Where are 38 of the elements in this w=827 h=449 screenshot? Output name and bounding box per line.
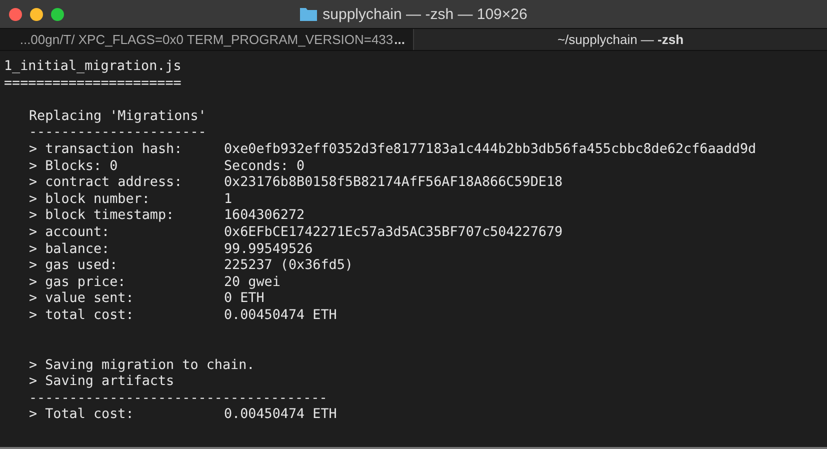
output-value: Seconds: 0	[224, 158, 306, 176]
output-value: 0x23176b8B0158f5B82174AfF56AF18A866C59DE18	[224, 175, 564, 192]
output-label: > Total cost:	[29, 407, 135, 424]
window-title: supplychain — -zsh — 109×26	[322, 6, 528, 22]
output-value: 0xe0efb932eff0352d3fe8177183a1c444b2bb3db56fa455cbbc8de62cf6aadd9d	[224, 142, 758, 159]
output-value: 0x6EFbCE1742271Ec57a3d5AC35BF707c504227679	[224, 224, 564, 242]
output-value: 225237 (0x36fd5)	[224, 258, 354, 275]
terminal-tab[interactable]: ~/supplychain — -zsh	[413, 29, 827, 50]
output-label: > gas price:	[29, 274, 127, 292]
folder-icon	[300, 7, 317, 21]
output-line: ======================	[4, 76, 182, 92]
tab-overflow[interactable]: ...	[394, 32, 405, 47]
close-icon[interactable]	[9, 8, 22, 20]
output-line: > Saving artifacts	[29, 374, 174, 391]
output-line: Replacing 'Migrations'	[29, 108, 206, 126]
output-label: > Blocks: 0	[29, 158, 118, 176]
output-label: > gas used:	[29, 258, 119, 275]
output-label: > account:	[29, 224, 111, 242]
output-line: -------------------------------------	[29, 390, 328, 408]
output-label: > block timestamp:	[29, 208, 176, 225]
output-label: > total cost:	[29, 308, 135, 324]
output-label: > block number:	[29, 192, 151, 208]
output-label: > transaction hash:	[29, 142, 184, 159]
output-value: 99.99549526	[224, 242, 314, 258]
output-label: > balance:	[29, 242, 111, 258]
output-line: > Saving migration to chain.	[29, 358, 255, 374]
output-value: 0 ETH	[224, 291, 266, 308]
output-line: 1_initial_migration.js	[4, 59, 182, 76]
output-value: 0.00450474 ETH	[224, 407, 338, 424]
output-value: 20 gwei	[224, 274, 282, 292]
minimize-icon[interactable]	[30, 8, 43, 20]
output-value: 1604306272	[224, 208, 306, 225]
maximize-icon[interactable]	[51, 8, 64, 20]
output-line: ----------------------	[29, 125, 206, 142]
output-label: > contract address:	[29, 175, 184, 192]
output-value: 1	[224, 192, 234, 208]
output-value: 0.00450474 ETH	[224, 308, 338, 324]
output-label: > value sent:	[29, 291, 135, 308]
